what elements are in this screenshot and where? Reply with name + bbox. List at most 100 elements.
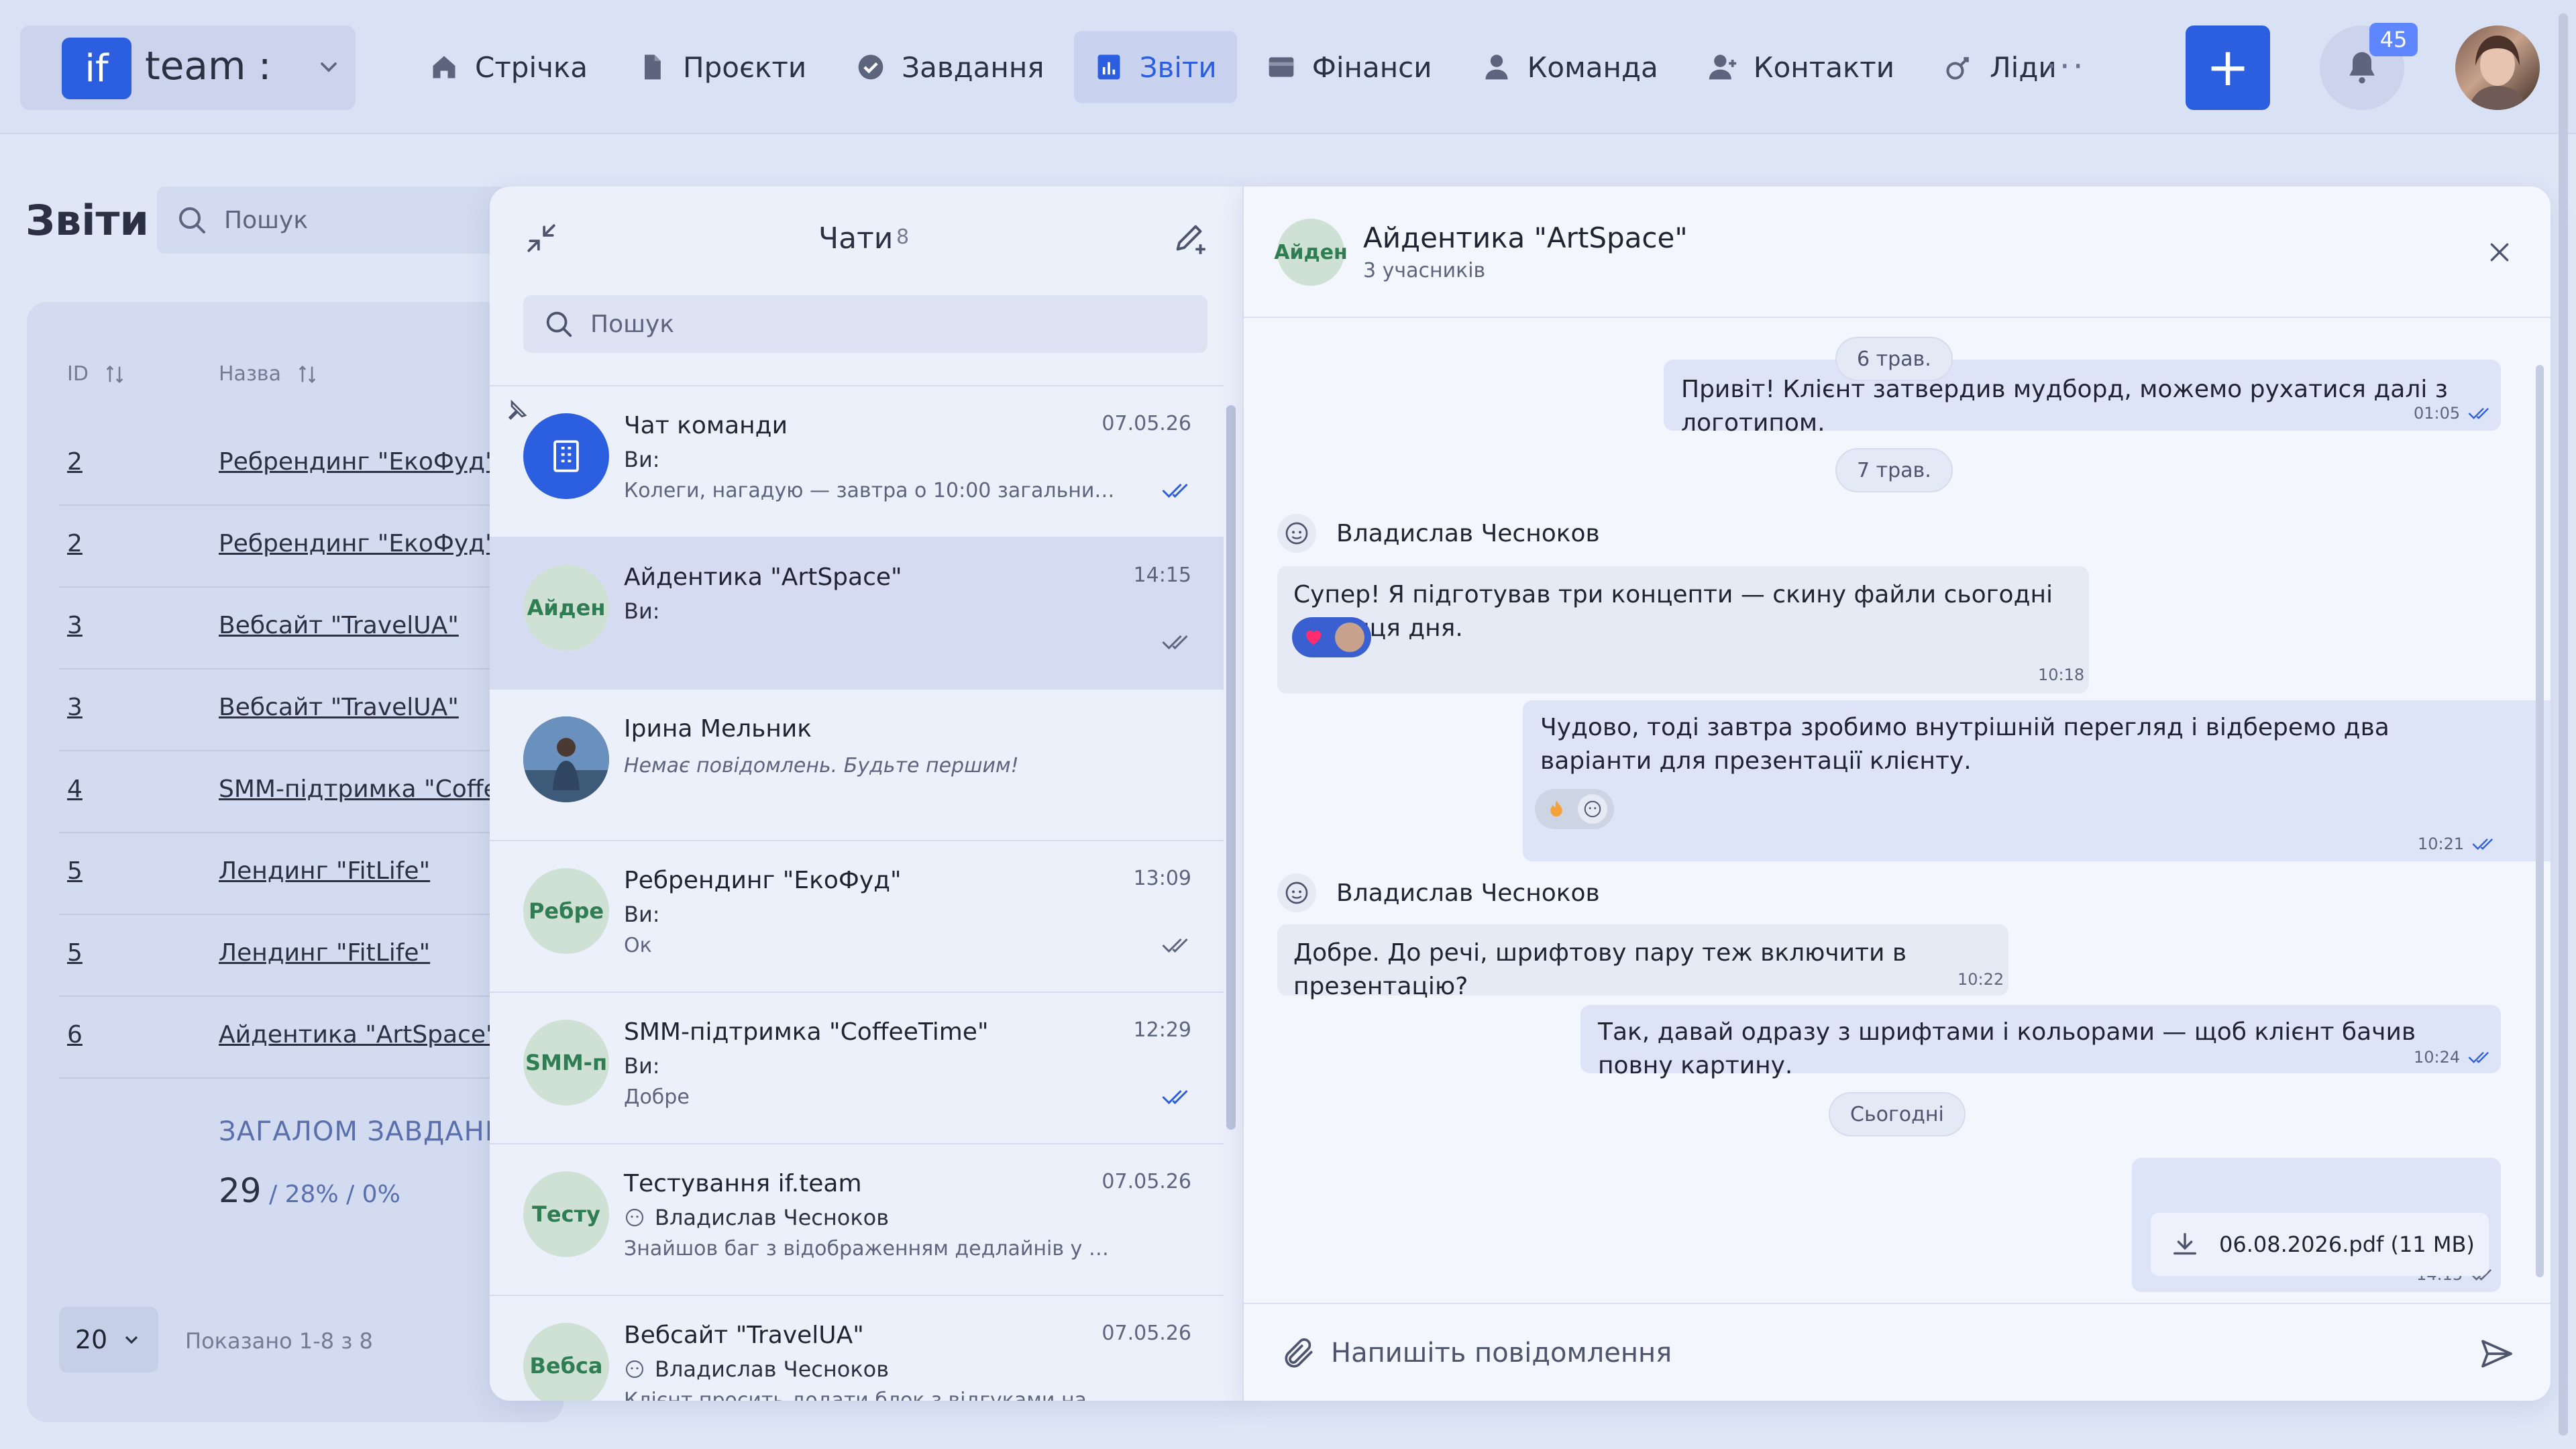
date-separator: Сьогодні [1829, 1092, 1966, 1136]
read-check-icon [2472, 838, 2493, 850]
message-time-row: 10:24 [2414, 1048, 2492, 1067]
chat-preview: Колеги, нагадую — завтра о 10:00 загальн… [624, 479, 1120, 502]
row-name[interactable]: Лендинг "FitLife" [219, 857, 430, 885]
reports-search-input[interactable]: Пошук [157, 186, 533, 254]
chat-name: Вебсайт "TravelUA" [624, 1322, 864, 1349]
chat-item[interactable]: SMM-п SMM-підтримка "CoffeeTime" 12:29 В… [490, 991, 1224, 1143]
table-row[interactable]: 5 Лендинг "FitLife" [59, 833, 542, 915]
nav-item-tasks[interactable]: Завдання [836, 31, 1064, 103]
row-name[interactable]: Вебсайт "TravelUA" [219, 612, 459, 639]
chat-avatar-photo [523, 716, 609, 802]
row-id[interactable]: 2 [67, 530, 83, 557]
table-row[interactable]: 4 SMM-підтримка "CoffeeTime" [59, 751, 584, 833]
nav-item-projects[interactable]: Проєкти [617, 31, 826, 103]
chat-time: 07.05.26 [1102, 1322, 1191, 1345]
row-id[interactable]: 5 [67, 939, 83, 967]
main-nav: Стрічка Проєкти Завдання Звіти Фінанси К… [409, 31, 2077, 103]
nav-item-reports[interactable]: Звіти [1073, 31, 1237, 103]
row-id[interactable]: 3 [67, 612, 83, 639]
chat-time: 13:09 [1133, 867, 1191, 890]
add-button[interactable]: + [2186, 25, 2270, 110]
per-page-select[interactable]: 20 [59, 1307, 158, 1373]
brand-logo: if [62, 38, 131, 99]
nav-item-label: Фінанси [1311, 50, 1432, 84]
table-row[interactable]: 5 Лендинг "FitLife" [59, 915, 542, 997]
column-header-name[interactable]: Назва [219, 362, 319, 386]
collapse-icon[interactable] [525, 221, 558, 255]
total-tasks-title: ЗАГАЛОМ ЗАВДАНЬ [219, 1116, 504, 1147]
chat-list-title: Чати [818, 221, 894, 256]
sender-name: Владислав Чесноков [1336, 879, 1600, 907]
chat-item[interactable]: Чат команди 07.05.26 Ви: Колеги, нагадую… [490, 385, 1224, 537]
row-id[interactable]: 4 [67, 775, 83, 803]
table-row[interactable]: 2 Ребрендинг "ЕкоФуд" [59, 506, 542, 588]
nav-more-button[interactable]: ··· [2046, 47, 2086, 86]
row-id[interactable]: 2 [67, 448, 83, 476]
nav-item-team[interactable]: Команда [1462, 31, 1678, 103]
chat-item[interactable]: Вебса Вебсайт "TravelUA" 07.05.26 Владис… [490, 1295, 1224, 1401]
message-text: Привіт! Клієнт затвердив мудборд, можемо… [1681, 376, 2448, 437]
chat-last-sender: Владислав Чесноков [655, 1205, 890, 1230]
row-name[interactable]: Ребрендинг "ЕкоФуд" [219, 530, 496, 557]
row-id[interactable]: 6 [67, 1021, 83, 1049]
file-attachment[interactable]: 06.08.2026.pdf (11 MB) [2151, 1213, 2489, 1276]
row-name[interactable]: Ребрендинг "ЕкоФуд" [219, 448, 496, 476]
chat-time: 07.05.26 [1102, 1170, 1191, 1193]
table-row[interactable]: 3 Вебсайт "TravelUA" [59, 669, 542, 751]
send-icon[interactable] [2478, 1335, 2516, 1373]
chat-last-sender-row: Владислав Чесноков [624, 1205, 889, 1230]
page-scrollbar[interactable] [2559, 0, 2568, 1449]
chat-avatar: Ребре [523, 868, 609, 954]
pin-icon[interactable] [502, 398, 529, 425]
user-face-icon [1578, 794, 1607, 824]
table-row[interactable]: 6 Айдентика "ArtSpace" [59, 997, 542, 1079]
conversation-participants[interactable]: 3 учасників [1363, 259, 1485, 282]
row-name[interactable]: Вебсайт "TravelUA" [219, 694, 459, 721]
user-avatar[interactable] [2455, 25, 2540, 110]
conversation-title[interactable]: Айдентика "ArtSpace" [1363, 221, 1688, 254]
row-name[interactable]: Айдентика "ArtSpace" [219, 1021, 497, 1049]
workspace-switcher[interactable]: if team : [20, 25, 356, 110]
chat-list-panel: Чати 8 Пошук Чат команди 07.05.26 Ви: Ко… [490, 186, 1242, 1401]
column-header-id[interactable]: ID [67, 362, 126, 386]
chat-preview: Немає повідомлень. Будьте першим! [624, 754, 1019, 777]
nav-item-label: Контакти [1753, 50, 1895, 84]
message-input[interactable] [1331, 1324, 2364, 1382]
close-icon[interactable] [2486, 239, 2513, 266]
file-name: 06.08.2026.pdf (11 MB) [2219, 1232, 2475, 1257]
message-reactions[interactable] [1535, 789, 1614, 829]
chat-search-input[interactable]: Пошук [523, 295, 1208, 353]
message-list: Привіт! Клієнт затвердив мудборд, можемо… [1244, 319, 2551, 1303]
attach-icon[interactable] [1280, 1335, 1318, 1373]
chat-item[interactable]: Ірина Мельник Немає повідомлень. Будьте … [490, 688, 1224, 840]
message-time: 10:18 [2038, 665, 2085, 684]
nav-item-feed[interactable]: Стрічка [409, 31, 608, 103]
scrollbar-thumb[interactable] [1226, 405, 1236, 1130]
chat-list-scrollbar[interactable] [1226, 385, 1236, 1378]
chat-preview: Добре [624, 1085, 690, 1109]
nav-item-finance[interactable]: Фінанси [1246, 31, 1452, 103]
message-incoming: Добре. До речі, шрифтову пару теж включи… [1277, 924, 2008, 1000]
total-count: 29 [219, 1171, 262, 1210]
table-row[interactable]: 2 Ребрендинг "ЕкоФуд" [59, 424, 542, 506]
message-text: Добре. До речі, шрифтову пару теж включи… [1293, 939, 1907, 1000]
table-row[interactable]: 3 Вебсайт "TravelUA" [59, 588, 542, 669]
row-name[interactable]: Лендинг "FitLife" [219, 939, 430, 967]
nav-item-contacts[interactable]: Контакти [1688, 31, 1915, 103]
chat-item-active[interactable]: Айден Айдентика "ArtSpace" 14:15 Ви: [490, 537, 1224, 688]
message-sender: Владислав Чесноков [1277, 514, 1600, 553]
row-id[interactable]: 3 [67, 694, 83, 721]
chat-last-sender-row: Владислав Чесноков [624, 1356, 889, 1382]
row-id[interactable]: 5 [67, 857, 83, 885]
chat-item[interactable]: Ребре Ребрендинг "ЕкоФуд" 13:09 Ви: Ок [490, 840, 1224, 991]
chat-avatar [523, 413, 609, 499]
new-chat-icon[interactable] [1171, 220, 1210, 259]
scrollbar-thumb[interactable] [2559, 13, 2568, 1436]
scrollbar-thumb[interactable] [2536, 365, 2544, 1277]
message-reactions[interactable] [1292, 617, 1371, 657]
conversation-scrollbar[interactable] [2536, 325, 2544, 1297]
chat-item[interactable]: Тесту Тестування if.team 07.05.26 Владис… [490, 1143, 1224, 1295]
sort-icon [299, 365, 316, 383]
chat-time: 14:15 [1133, 564, 1191, 587]
sort-icon [106, 365, 123, 383]
